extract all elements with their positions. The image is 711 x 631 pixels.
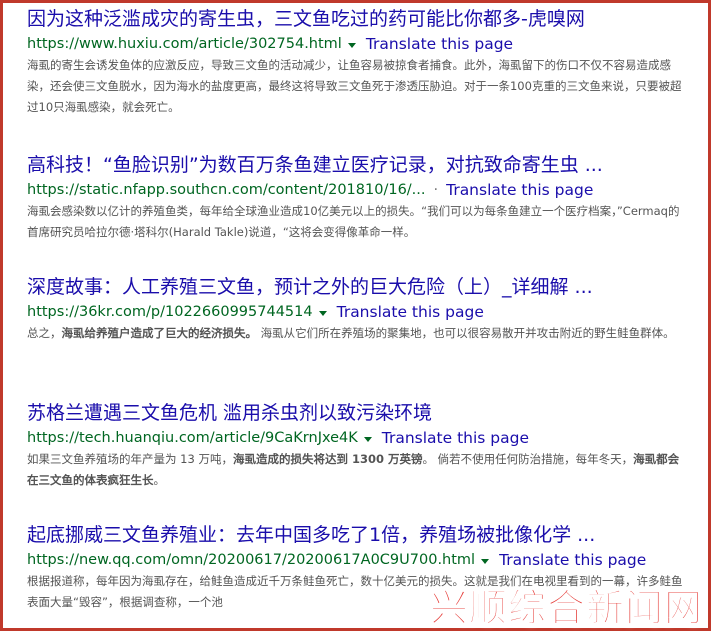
translate-link[interactable]: Translate this page xyxy=(366,33,513,55)
result-url-line: https://tech.huanqiu.com/article/9CaKrnJ… xyxy=(27,427,689,449)
result-title-link[interactable]: 深度故事：人工养殖三文鱼，预计之外的巨大危险（上）_详细解 ... xyxy=(27,274,689,301)
snippet-text: 如果三文鱼养殖场的年产量为 13 万吨， xyxy=(27,452,233,466)
snippet-text: 总之， xyxy=(27,326,62,340)
caret-down-icon[interactable] xyxy=(481,558,490,564)
snippet-text: 海虱从它们所在养殖场的聚集地，也可以很容易散开并攻击附近的野生鲑鱼群体。 xyxy=(257,326,675,340)
snippet-bold-text: 海虱造成的损失将达到 1300 万英镑 xyxy=(232,452,423,466)
watermark-text: 兴顺综合新闻网 xyxy=(429,585,703,630)
result-snippet: 总之，海虱给养殖户造成了巨大的经济损失。 海虱从它们所在养殖场的聚集地，也可以很… xyxy=(27,323,687,344)
result-url-line: https://new.qq.com/omn/20200617/20200617… xyxy=(27,549,689,571)
snippet-text: 海虱会感染数以亿计的养殖鱼类，每年给全球渔业造成10亿美元以上的损失。“我们可以… xyxy=(27,204,680,239)
result-title-link[interactable]: 起底挪威三文鱼养殖业：去年中国多吃了1倍，养殖场被批像化学 ... xyxy=(27,522,689,549)
result-url[interactable]: https://new.qq.com/omn/20200617/20200617… xyxy=(27,549,475,571)
caret-down-icon[interactable] xyxy=(318,310,327,316)
caret-down-icon[interactable] xyxy=(363,436,372,442)
search-results-list: 因为这种泛滥成灾的寄生虫，三文鱼吃过的药可能比你都多-虎嗅网 https://w… xyxy=(27,6,689,622)
caret-down-icon[interactable] xyxy=(347,42,356,48)
result-snippet: 海虱会感染数以亿计的养殖鱼类，每年给全球渔业造成10亿美元以上的损失。“我们可以… xyxy=(27,201,687,243)
snippet-text: 。 xyxy=(153,473,166,487)
search-result: 深度故事：人工养殖三文鱼，预计之外的巨大危险（上）_详细解 ... https:… xyxy=(27,274,689,400)
result-snippet: 如果三文鱼养殖场的年产量为 13 万吨，海虱造成的损失将达到 1300 万英镑。… xyxy=(27,449,687,491)
translate-link[interactable]: Translate this page xyxy=(337,301,484,323)
translate-link[interactable]: Translate this page xyxy=(499,549,646,571)
result-url[interactable]: https://www.huxiu.com/article/302754.htm… xyxy=(27,33,342,55)
result-title-link[interactable]: 因为这种泛滥成灾的寄生虫，三文鱼吃过的药可能比你都多-虎嗅网 xyxy=(27,6,689,33)
search-result: 高科技！“鱼脸识别”为数百万条鱼建立医疗记录，对抗致命寄生虫 ... https… xyxy=(27,152,689,274)
search-result: 苏格兰遭遇三文鱼危机 滥用杀虫剂以致污染环境 https://tech.huan… xyxy=(27,400,689,522)
snippet-bold-text: 海虱给养殖户造成了巨大的经济损失。 xyxy=(61,326,258,340)
result-title-link[interactable]: 苏格兰遭遇三文鱼危机 滥用杀虫剂以致污染环境 xyxy=(27,400,689,427)
search-result: 因为这种泛滥成灾的寄生虫，三文鱼吃过的药可能比你都多-虎嗅网 https://w… xyxy=(27,6,689,152)
translate-link[interactable]: Translate this page xyxy=(446,179,593,201)
result-url[interactable]: https://static.nfapp.southcn.com/content… xyxy=(27,179,426,201)
result-snippet: 海虱的寄生会诱发鱼体的应激反应，导致三文鱼的活动减少，让鱼容易被掠食者捕食。此外… xyxy=(27,55,687,118)
result-title-link[interactable]: 高科技！“鱼脸识别”为数百万条鱼建立医疗记录，对抗致命寄生虫 ... xyxy=(27,152,689,179)
site-watermark: 兴顺综合新闻网 xyxy=(429,581,703,630)
snippet-text: 海虱的寄生会诱发鱼体的应激反应，导致三文鱼的活动减少，让鱼容易被掠食者捕食。此外… xyxy=(27,58,682,114)
result-url[interactable]: https://tech.huanqiu.com/article/9CaKrnJ… xyxy=(27,427,358,449)
result-url[interactable]: https://36kr.com/p/1022660995744514 xyxy=(27,301,313,323)
translate-link[interactable]: Translate this page xyxy=(382,427,529,449)
url-separator: · xyxy=(433,182,439,198)
result-url-line: https://www.huxiu.com/article/302754.htm… xyxy=(27,33,689,55)
snippet-text: 。 倘若不使用任何防治措施，每年冬天， xyxy=(422,452,634,466)
result-url-line: https://static.nfapp.southcn.com/content… xyxy=(27,179,689,201)
result-url-line: https://36kr.com/p/1022660995744514 Tran… xyxy=(27,301,689,323)
